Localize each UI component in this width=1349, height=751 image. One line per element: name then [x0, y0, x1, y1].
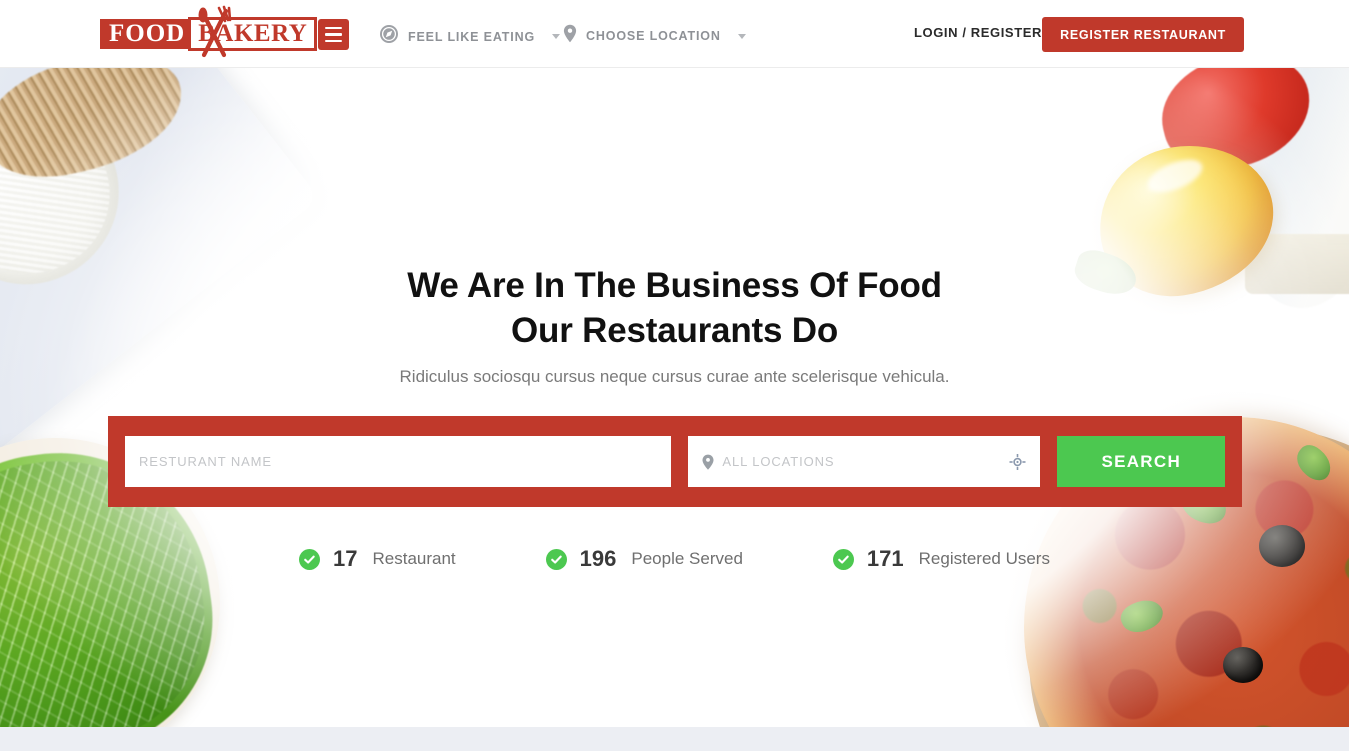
hamburger-bar [325, 33, 342, 36]
nav-label-choose-location: CHOOSE LOCATION [586, 29, 721, 43]
site-header: FOOD BAKERY FEEL LIKE EATING CHOOSE LOCA… [0, 0, 1349, 68]
logo-word-food: FOOD [100, 19, 195, 49]
map-pin-icon [702, 454, 714, 470]
page-background-strip [0, 727, 1349, 751]
hero-content: We Are In The Business Of Food Our Resta… [0, 68, 1349, 727]
stat-label: People Served [631, 549, 743, 568]
check-circle-icon [545, 548, 567, 570]
chevron-down-icon [552, 34, 561, 39]
location-field[interactable] [688, 436, 1041, 487]
location-input[interactable] [722, 436, 1027, 487]
search-bar: SEARCH [108, 416, 1242, 507]
search-button[interactable]: SEARCH [1057, 436, 1225, 487]
hamburger-bar [325, 26, 342, 30]
site-logo[interactable]: FOOD BAKERY [100, 5, 318, 59]
stat-number: 171 [866, 546, 904, 571]
stat-number: 17 [333, 546, 358, 571]
stat-item-registered-users: 171 Registered Users [832, 546, 1050, 572]
stat-item-restaurant: 17 Restaurant [299, 546, 456, 572]
register-restaurant-button[interactable]: REGISTER RESTAURANT [1042, 17, 1244, 52]
hamburger-menu-icon[interactable] [318, 19, 349, 50]
crosshair-locate-icon[interactable] [1009, 453, 1026, 470]
restaurant-name-field[interactable] [125, 436, 672, 487]
check-circle-icon [832, 548, 854, 570]
stats-row: 17 Restaurant 196 People Served 171 Regi… [0, 546, 1349, 572]
stat-number: 196 [579, 546, 617, 571]
hero-title-line-2: Our Restaurants Do [510, 310, 839, 350]
hamburger-bar [325, 39, 342, 43]
hero-subtitle: Ridiculus sociosqu cursus neque cursus c… [399, 367, 950, 386]
hero-title-line-1: We Are In The Business Of Food [407, 266, 942, 305]
page-title: We Are In The Business Of Food Our Resta… [0, 264, 1349, 354]
hero-section: We Are In The Business Of Food Our Resta… [0, 68, 1349, 727]
stat-label: Restaurant [372, 549, 456, 568]
nav-item-choose-location[interactable]: CHOOSE LOCATION [563, 24, 746, 48]
nav-label-feel-like-eating: FEEL LIKE EATING [408, 29, 536, 44]
nav-item-feel-like-eating[interactable]: FEEL LIKE EATING [379, 24, 561, 49]
check-circle-icon [299, 548, 321, 570]
login-register-link[interactable]: LOGIN / REGISTER [914, 25, 1042, 40]
chevron-down-icon [737, 33, 746, 39]
stat-item-people-served: 196 People Served [545, 546, 743, 572]
stat-label: Registered Users [918, 549, 1050, 568]
compass-icon [379, 24, 399, 49]
map-pin-icon [563, 24, 577, 48]
search-input[interactable] [139, 436, 658, 487]
